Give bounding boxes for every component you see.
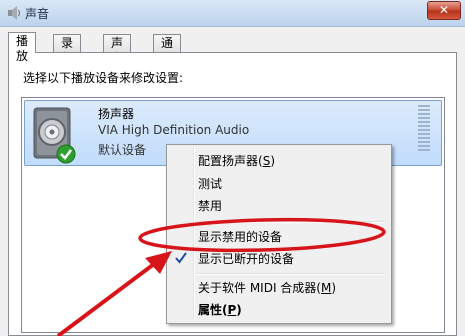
- menu-item-about-midi-synth[interactable]: 关于软件 MIDI 合成器(M): [198, 278, 336, 298]
- tab-communications[interactable]: 通信: [153, 34, 182, 65]
- context-menu: 配置扬声器(S) 测试 禁用 显示禁用的设备 显示已断开的设备 关于软件 MID…: [166, 144, 392, 324]
- close-icon: ✕: [438, 3, 450, 17]
- close-button[interactable]: ✕: [427, 1, 461, 20]
- device-status: 默认设备: [98, 143, 147, 157]
- menu-item-properties[interactable]: 属性(P): [198, 300, 242, 320]
- title-bar[interactable]: 声音 ✕: [0, 0, 465, 27]
- checkmark-icon: [175, 252, 187, 264]
- menu-item-disable[interactable]: 禁用: [198, 196, 222, 216]
- device-name: 扬声器: [98, 107, 135, 121]
- menu-separator: [196, 273, 386, 275]
- tab-sounds[interactable]: 声音: [103, 34, 132, 65]
- instruction-text: 选择以下播放设备来修改设置:: [23, 71, 184, 85]
- tab-recording[interactable]: 录制: [53, 34, 82, 65]
- menu-item-test[interactable]: 测试: [198, 174, 222, 194]
- sound-icon: [8, 6, 21, 20]
- menu-item-show-disabled-devices[interactable]: 显示禁用的设备: [198, 227, 282, 247]
- window-title: 声音: [25, 7, 50, 21]
- menu-item-configure-speakers[interactable]: 配置扬声器(S): [198, 151, 275, 171]
- device-driver: VIA High Definition Audio: [98, 123, 250, 137]
- tab-playback[interactable]: 播放: [8, 32, 37, 63]
- sound-dialog: 声音 ✕ 播放 录制 声音 通信 选择以下播放设备来修改设置: 扬声: [0, 0, 465, 336]
- menu-separator: [196, 221, 386, 223]
- menu-item-show-disconnected-devices[interactable]: 显示已断开的设备: [198, 249, 294, 269]
- volume-level-meter: [418, 105, 430, 153]
- speaker-icon: [33, 107, 76, 164]
- green-check-icon: [56, 144, 76, 164]
